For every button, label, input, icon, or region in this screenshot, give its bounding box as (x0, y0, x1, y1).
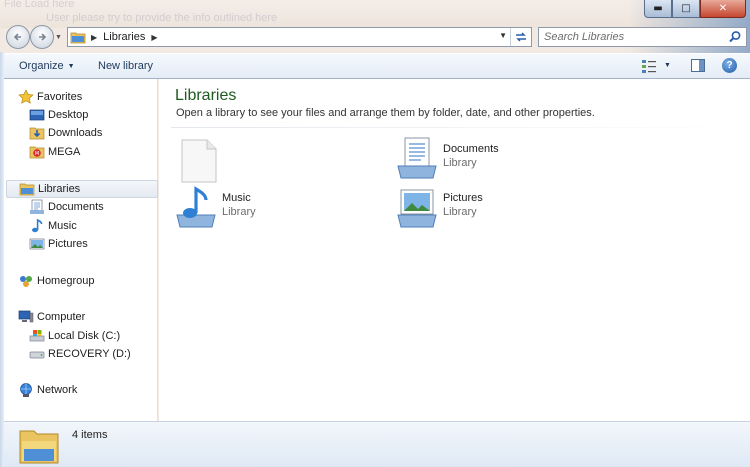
nav-libraries[interactable]: Libraries (6, 180, 158, 198)
nav-item-label: Local Disk (C:) (48, 330, 121, 342)
explorer-window: ▬ □ ✕ ▼ ▶ Libraries ▶ ▼ Organi (0, 0, 750, 467)
breadcrumb-separator-icon[interactable]: ▶ (91, 33, 97, 42)
hard-drive-icon (29, 346, 45, 362)
refresh-button[interactable] (510, 28, 531, 46)
nav-network-label: Network (37, 384, 78, 396)
navigation-row: ▼ ▶ Libraries ▶ ▼ (0, 22, 750, 52)
change-view-icon[interactable] (641, 59, 657, 73)
view-options-dropdown[interactable]: ▼ (664, 62, 671, 69)
nav-homegroup-label: Homegroup (37, 275, 95, 287)
libraries-folder-icon (19, 430, 59, 464)
chevron-down-icon: ▼ (67, 63, 75, 70)
libraries-folder-icon (70, 31, 86, 44)
library-tile-documents[interactable]: Documents Library (396, 136, 596, 180)
search-input[interactable] (539, 29, 724, 45)
back-button[interactable] (6, 25, 30, 49)
nav-computer[interactable]: Computer (18, 308, 85, 326)
library-tile-music[interactable]: Music Library (175, 185, 375, 229)
breadcrumb-libraries[interactable]: Libraries (103, 31, 145, 43)
command-bar: Organize ▼ New library ▼ ? (4, 53, 750, 79)
nav-homegroup[interactable]: Homegroup (18, 272, 94, 290)
preview-pane-button[interactable] (691, 59, 705, 72)
nav-item-label: RECOVERY (D:) (48, 348, 131, 360)
tile-name: Music (222, 192, 251, 204)
documents-icon (29, 199, 45, 215)
help-button[interactable]: ? (722, 58, 737, 73)
organize-label: Organize (19, 60, 64, 72)
homegroup-icon (18, 273, 34, 289)
nav-item-mega[interactable]: M MEGA (29, 143, 80, 161)
nav-item-recovery[interactable]: RECOVERY (D:) (29, 345, 131, 363)
tile-type: Library (443, 206, 477, 218)
nav-item-local-disk[interactable]: Local Disk (C:) (29, 327, 120, 345)
refresh-icon (516, 32, 526, 42)
close-button[interactable]: ✕ (700, 0, 746, 18)
nav-item-label: Music (48, 220, 77, 232)
library-tile-pictures[interactable]: Pictures Library (396, 185, 596, 229)
tile-name: Pictures (443, 192, 483, 204)
address-bar[interactable]: ▶ Libraries ▶ ▼ (67, 27, 532, 47)
new-library-button[interactable]: New library (98, 60, 153, 72)
nav-favorites-label: Favorites (37, 91, 83, 103)
page-subtitle: Open a library to see your files and arr… (176, 107, 595, 119)
address-history-dropdown[interactable]: ▼ (499, 31, 507, 40)
system-drive-icon (29, 328, 45, 344)
svg-text:M: M (35, 151, 39, 157)
nav-item-desktop[interactable]: Desktop (29, 106, 88, 124)
recent-pages-dropdown[interactable]: ▼ (55, 34, 62, 41)
pictures-library-icon (397, 189, 437, 228)
minimize-button[interactable]: ▬ (644, 0, 672, 18)
library-tile-blank[interactable] (179, 139, 379, 183)
nav-item-label: Documents (48, 201, 104, 213)
forward-button[interactable] (30, 25, 54, 49)
downloads-folder-icon (29, 125, 45, 141)
arrow-left-icon (13, 33, 21, 41)
maximize-button[interactable]: □ (672, 0, 700, 18)
nav-network[interactable]: Network (18, 381, 77, 399)
nav-item-label: MEGA (48, 146, 81, 158)
nav-item-documents[interactable]: Documents (29, 198, 104, 216)
arrow-right-icon (39, 33, 47, 41)
breadcrumb-chevron-icon[interactable]: ▶ (151, 33, 157, 42)
nav-item-pictures[interactable]: Pictures (29, 235, 88, 253)
mega-folder-icon: M (29, 144, 45, 160)
documents-library-icon (397, 137, 437, 179)
navigation-pane: Favorites Desktop Downloads M MEGA Libra… (4, 79, 158, 421)
details-pane: 4 items (4, 421, 750, 467)
tile-type: Library (443, 157, 477, 169)
network-icon (18, 382, 34, 398)
nav-item-music[interactable]: Music (29, 217, 77, 235)
nav-item-label: Desktop (48, 109, 89, 121)
pictures-icon (29, 236, 45, 252)
libraries-icon (19, 181, 35, 197)
search-icon[interactable] (728, 30, 742, 44)
organize-button[interactable]: Organize ▼ (19, 60, 75, 72)
divider (171, 127, 746, 128)
search-box[interactable] (538, 27, 747, 47)
content-pane: Libraries Open a library to see your fil… (159, 79, 750, 421)
nav-item-downloads[interactable]: Downloads (29, 124, 102, 142)
nav-favorites[interactable]: Favorites (18, 88, 82, 106)
music-library-icon (176, 186, 216, 228)
music-note-icon (29, 218, 45, 234)
page-title: Libraries (175, 87, 237, 104)
nav-item-label: Downloads (48, 127, 103, 139)
computer-icon (18, 309, 34, 325)
nav-computer-label: Computer (37, 311, 86, 323)
nav-item-label: Pictures (48, 238, 88, 250)
blank-file-icon (181, 139, 217, 183)
desktop-icon (29, 107, 45, 123)
tile-name: Documents (443, 143, 499, 155)
caption-buttons: ▬ □ ✕ (644, 0, 746, 18)
item-count: 4 items (72, 429, 108, 441)
star-icon (18, 89, 34, 105)
nav-libraries-label: Libraries (38, 183, 81, 195)
tile-type: Library (222, 206, 256, 218)
